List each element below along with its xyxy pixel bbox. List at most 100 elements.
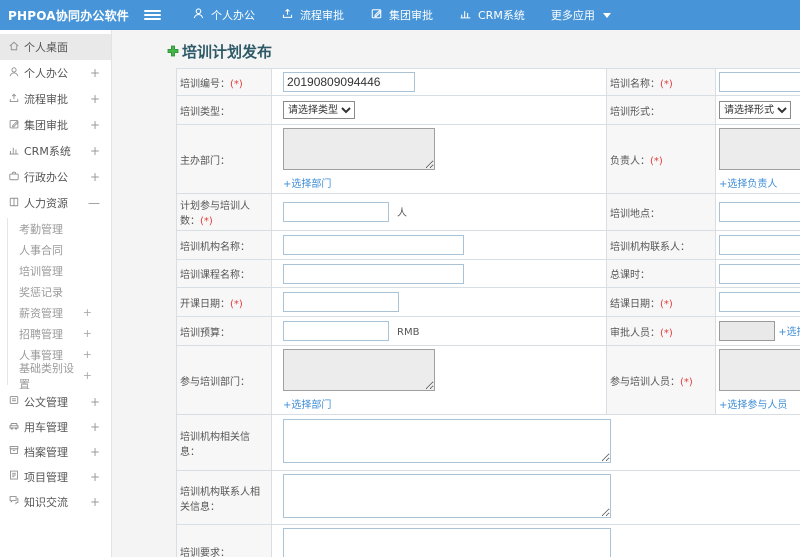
select-join-dept-link[interactable]: +选择部门	[283, 396, 331, 411]
nav-workflow-approval[interactable]: 流程审批	[268, 0, 357, 30]
training-no-input[interactable]	[283, 72, 415, 92]
top-nav: 个人办公 流程审批 集团审批 CRM系统 更多应用	[179, 0, 624, 30]
expand-plus-icon: +	[89, 469, 100, 484]
expand-plus-icon: +	[82, 306, 92, 319]
label-course-name: 培训课程名称：	[176, 259, 272, 288]
document-icon	[8, 394, 24, 409]
sidebar-subitem-training[interactable]: 培训管理	[0, 260, 111, 281]
app-logo: PHPOA协同办公软件	[8, 8, 129, 23]
start-date-input[interactable]	[283, 292, 399, 312]
sidebar-item-admin-office[interactable]: 行政办公 +	[0, 164, 111, 190]
total-hours-input[interactable]	[719, 263, 800, 284]
page-title: 培训计划发布	[167, 40, 800, 62]
label-training-form: 培训形式：	[606, 95, 716, 125]
host-dept-textarea[interactable]	[283, 128, 435, 170]
sidebar-subitem-attendance[interactable]: 考勤管理	[0, 218, 111, 239]
nav-crm-system[interactable]: CRM系统	[446, 0, 538, 30]
upload-icon	[8, 92, 24, 107]
sidebar-subitem-salary[interactable]: 薪资管理 +	[0, 302, 111, 323]
archive-icon	[8, 444, 24, 459]
user-icon	[8, 66, 24, 81]
training-type-select[interactable]: 请选择类型	[283, 101, 355, 119]
training-plan-form: 培训编号：(*) 培训名称：(*) 培训类型： 请选择类型 培训形式： 请选择形…	[176, 68, 800, 557]
requirements-textarea[interactable]	[283, 528, 611, 557]
nav-group-approval[interactable]: 集团审批	[357, 0, 446, 30]
select-dept-link[interactable]: +选择部门	[283, 175, 331, 190]
org-name-input[interactable]	[283, 235, 464, 255]
select-join-people-link[interactable]: +选择参与人员	[719, 396, 787, 411]
nav-more-apps[interactable]: 更多应用	[538, 0, 624, 30]
home-icon	[8, 40, 24, 55]
sidebar-subitem-recruit[interactable]: 招聘管理 +	[0, 323, 111, 344]
sidebar-item-personal-office[interactable]: 个人办公 +	[0, 60, 111, 86]
sidebar-item-hr[interactable]: 人力资源 —	[0, 190, 111, 216]
location-input[interactable]	[719, 202, 800, 222]
sidebar: 个人桌面 个人办公 + 流程审批 + 集团审批 + CRM系统 + 行政办公 +…	[0, 30, 112, 557]
unit-person: 人	[397, 208, 407, 219]
unit-rmb: RMB	[397, 327, 420, 338]
chart-icon	[8, 144, 24, 159]
training-name-input[interactable]	[719, 72, 800, 92]
label-join-people: 参与培训人员：(*)	[606, 345, 716, 415]
label-org-info: 培训机构相关信息：	[176, 414, 272, 471]
sidebar-item-crm[interactable]: CRM系统 +	[0, 138, 111, 164]
chat-icon	[8, 494, 24, 509]
sidebar-subitem-hr-contract[interactable]: 人事合同	[0, 239, 111, 260]
clipboard-icon	[8, 469, 24, 484]
sidebar-item-group-approval[interactable]: 集团审批 +	[0, 112, 111, 138]
nav-label: 流程审批	[300, 9, 344, 22]
nav-personal-office[interactable]: 个人办公	[179, 0, 268, 30]
end-date-input[interactable]	[719, 292, 800, 312]
sidebar-item-documents[interactable]: 公文管理 +	[0, 389, 111, 414]
collapse-minus-icon: —	[88, 196, 100, 210]
label-end-date: 结课日期：(*)	[606, 287, 716, 317]
edit-icon	[8, 118, 24, 133]
sidebar-item-workflow-approval[interactable]: 流程审批 +	[0, 86, 111, 112]
label-org-name: 培训机构名称：	[176, 230, 272, 260]
label-budget: 培训预算：	[176, 316, 272, 346]
expand-plus-icon: +	[89, 494, 100, 509]
nav-label: CRM系统	[478, 9, 525, 22]
nav-label: 更多应用	[550, 9, 595, 22]
label-org-contact: 培训机构联系人：	[606, 230, 716, 260]
leader-textarea[interactable]	[719, 128, 800, 170]
planned-count-input[interactable]	[283, 202, 389, 222]
label-requirements: 培训要求：	[176, 524, 272, 557]
training-form-select[interactable]: 请选择形式	[719, 101, 791, 119]
sidebar-item-vehicles[interactable]: 用车管理 +	[0, 414, 111, 439]
expand-plus-icon: +	[89, 92, 100, 106]
sidebar-item-knowledge[interactable]: 知识交流 +	[0, 489, 111, 514]
hamburger-menu-icon[interactable]	[144, 8, 161, 22]
expand-plus-icon: +	[89, 444, 100, 459]
hr-submenu: 考勤管理 人事合同 培训管理 奖惩记录 薪资管理 + 招聘管理 + 人事管理 + 基础…	[0, 216, 111, 391]
select-approver-link[interactable]: +选择审批人员	[778, 327, 800, 338]
join-people-textarea[interactable]	[719, 349, 800, 391]
org-contact-info-textarea[interactable]	[283, 474, 611, 518]
expand-plus-icon: +	[89, 66, 100, 80]
book-icon	[8, 196, 24, 211]
join-dept-textarea[interactable]	[283, 349, 435, 391]
budget-input[interactable]	[283, 321, 389, 341]
org-contact-input[interactable]	[719, 235, 800, 255]
sidebar-item-archives[interactable]: 档案管理 +	[0, 439, 111, 464]
expand-plus-icon: +	[89, 394, 100, 409]
label-training-type: 培训类型：	[176, 95, 272, 125]
course-name-input[interactable]	[283, 263, 464, 284]
sidebar-item-personal-desktop[interactable]: 个人桌面	[0, 34, 111, 60]
chart-icon	[459, 7, 472, 23]
org-info-textarea[interactable]	[283, 419, 611, 463]
sidebar-subitem-rewards[interactable]: 奖惩记录	[0, 281, 111, 302]
user-icon	[192, 7, 205, 23]
sidebar-item-projects[interactable]: 项目管理 +	[0, 464, 111, 489]
approver-input[interactable]	[719, 321, 775, 341]
green-plus-icon	[167, 45, 179, 57]
edit-icon	[370, 7, 383, 23]
briefcase-icon	[8, 170, 24, 185]
select-leader-link[interactable]: +选择负责人	[719, 175, 777, 190]
sidebar-subitem-base-category[interactable]: 基础类别设置 +	[0, 362, 111, 391]
expand-plus-icon: +	[89, 144, 100, 158]
label-org-contact-info: 培训机构联系人相关信息：	[176, 470, 272, 525]
main-content: 培训计划发布 培训编号：(*) 培训名称：(*) 培训类型： 请选择类型 培训形…	[112, 30, 800, 557]
label-leader: 负责人：(*)	[606, 124, 716, 194]
label-join-dept: 参与培训部门：	[176, 345, 272, 415]
